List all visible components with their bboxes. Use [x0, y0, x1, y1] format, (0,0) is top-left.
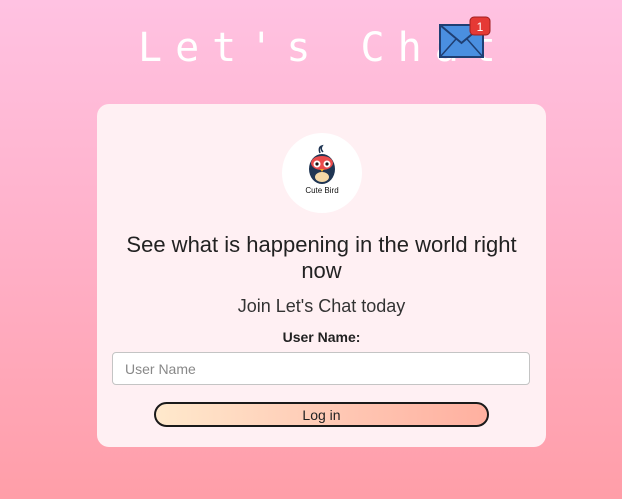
header: Let's Chat 1 — [0, 0, 622, 100]
login-button[interactable]: Log in — [154, 402, 489, 427]
bird-icon — [309, 144, 335, 184]
subheadline: Join Let's Chat today — [237, 296, 406, 316]
logo-text: Cute Bird — [305, 186, 339, 195]
headline: See what is happening in the world right… — [126, 232, 517, 283]
username-input[interactable] — [112, 352, 530, 385]
mail-notification[interactable]: 1 — [438, 15, 494, 61]
envelope-icon: 1 — [439, 16, 491, 58]
notification-badge-count: 1 — [477, 20, 484, 34]
username-label: User Name: — [282, 329, 361, 345]
login-card: Cute Bird See what is happening in the w… — [97, 104, 546, 447]
logo: Cute Bird — [282, 133, 362, 213]
